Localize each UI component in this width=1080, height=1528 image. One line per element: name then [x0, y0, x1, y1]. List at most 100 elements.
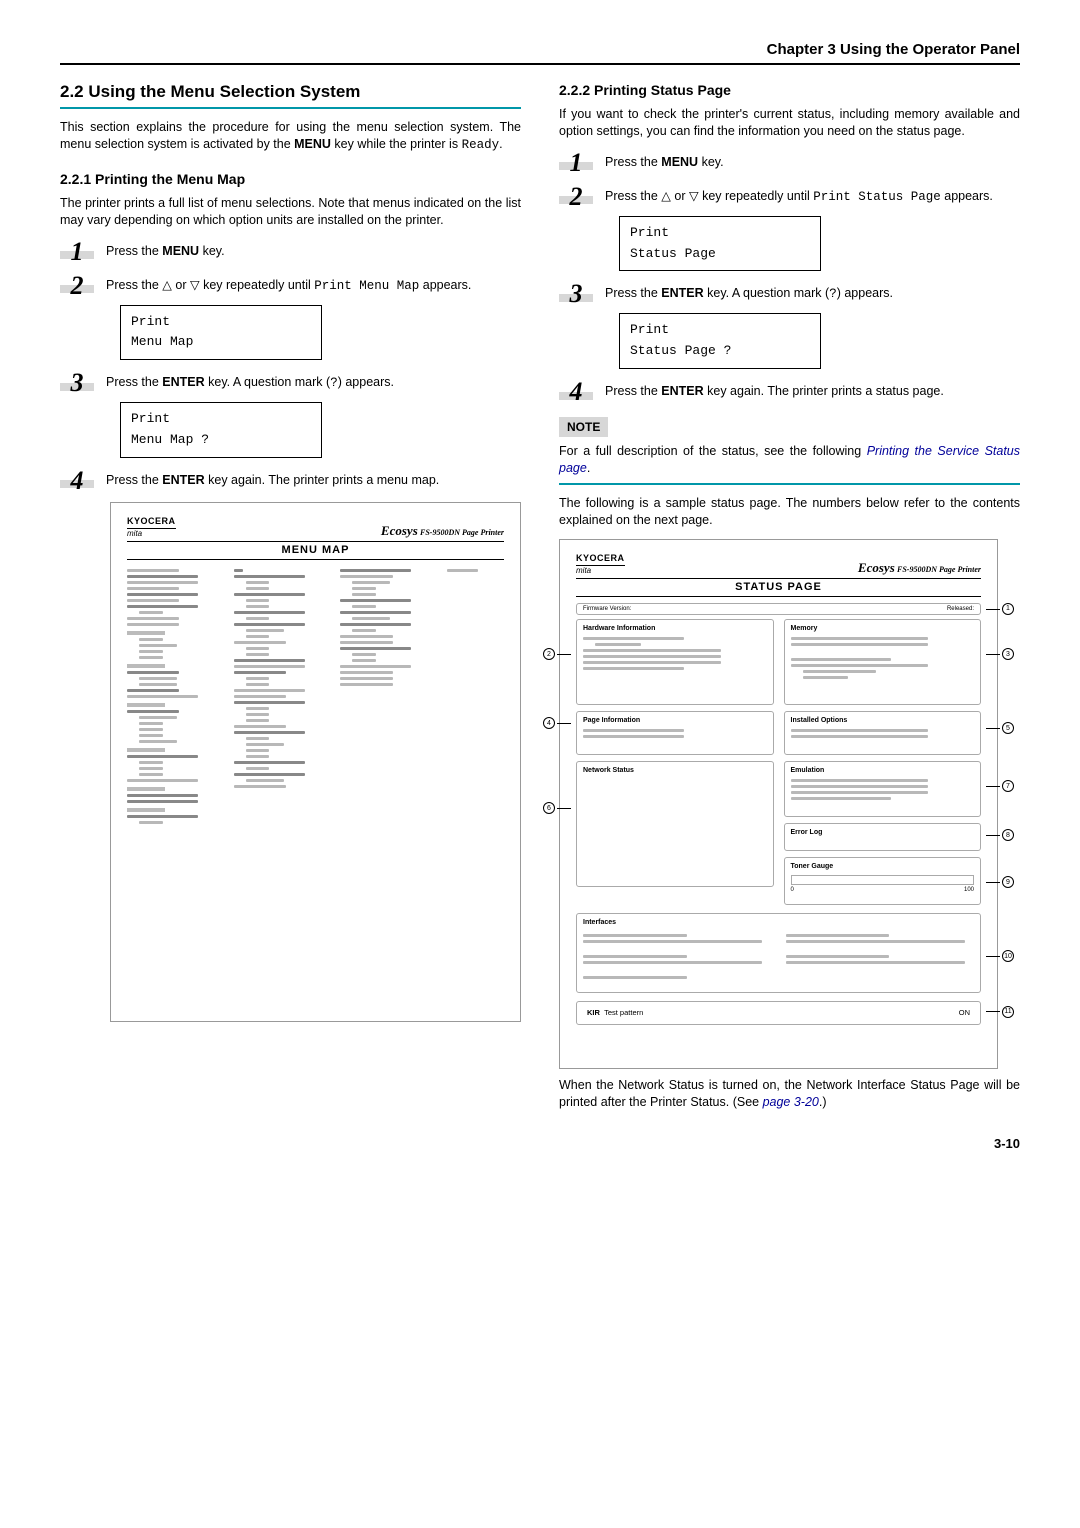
right-step-3-text: Press the ENTER key. A question mark (?)…	[605, 281, 1020, 303]
right-step-2-text: Press the △ or ▽ key repeatedly until Pr…	[605, 184, 1020, 206]
callout-circle-7: 7	[1002, 780, 1014, 792]
t: appears.	[419, 278, 471, 292]
callout-4: 4	[543, 717, 571, 729]
t: Press the	[106, 244, 162, 258]
lcd-line-1: Print	[131, 312, 311, 333]
options-box: Installed Options 5	[784, 711, 982, 755]
callout-circle-3: 3	[1002, 648, 1014, 660]
emulation-box: Emulation 7	[784, 761, 982, 817]
triangle-up-icon: △	[661, 188, 671, 205]
callout-1: 1	[986, 603, 1014, 615]
left-step-2-text: Press the △ or ▽ key repeatedly until Pr…	[106, 273, 521, 295]
t: ) appears.	[837, 286, 893, 300]
t: ) appears.	[338, 375, 394, 389]
gauge-0: 0	[791, 886, 794, 894]
network-status-note: When the Network Status is turned on, th…	[559, 1077, 1020, 1111]
error-log-box: Error Log 8	[784, 823, 982, 851]
memory-box: Memory 3	[784, 619, 982, 705]
toner-title: Toner Gauge	[791, 862, 975, 871]
right-column: 2.2.2 Printing Status Page If you want t…	[559, 81, 1020, 1120]
lcd-line-1: Print	[630, 320, 810, 341]
status-page-desc: If you want to check the printer's curre…	[559, 106, 1020, 140]
triangle-down-icon: ▽	[190, 277, 200, 294]
note-text: For a full description of the status, se…	[559, 443, 1020, 477]
page-number: 3-10	[60, 1135, 1020, 1153]
menu-key-bold: MENU	[294, 137, 331, 151]
brand-block: KYOCERA mita	[127, 515, 176, 540]
t: key repeatedly until	[200, 278, 315, 292]
memory-title: Memory	[791, 624, 975, 633]
status-page-sample: KYOCERA mita Ecosys FS-9500DN Page Print…	[559, 539, 998, 1069]
callout-circle-6: 6	[543, 802, 555, 814]
intro-text-d: .	[499, 137, 502, 151]
callout-circle-9: 9	[1002, 876, 1014, 888]
subsection-2-2-2-heading: 2.2.2 Printing Status Page	[559, 81, 1020, 100]
brand-logo: KYOCERA	[576, 553, 625, 563]
section-2-2-heading: 2.2 Using the Menu Selection System	[60, 81, 521, 109]
callout-7: 7	[986, 780, 1014, 792]
left-step-3: 3 Press the ENTER key. A question mark (…	[60, 370, 521, 396]
triangle-down-icon: ▽	[689, 188, 699, 205]
interfaces-cols	[583, 931, 974, 982]
lcd-line-1: Print	[131, 409, 311, 430]
content-columns: 2.2 Using the Menu Selection System This…	[60, 81, 1020, 1120]
callout-6: 6	[543, 802, 571, 814]
subsection-2-2-1-heading: 2.2.1 Printing the Menu Map	[60, 170, 521, 189]
chapter-header: Chapter 3 Using the Operator Panel	[60, 40, 1020, 65]
left-step-2: 2 Press the △ or ▽ key repeatedly until …	[60, 273, 521, 299]
lcd-line-2: Status Page ?	[630, 341, 810, 362]
t: or	[172, 278, 190, 292]
left-step-4-text: Press the ENTER key again. The printer p…	[106, 468, 521, 489]
t: key. A question mark (	[704, 286, 830, 300]
t: ?	[829, 287, 837, 301]
t: Print Menu Map	[314, 279, 419, 293]
sample-header: KYOCERA mita Ecosys FS-9500DN Page Print…	[576, 552, 981, 577]
triangle-up-icon: △	[162, 277, 172, 294]
t: Press the	[605, 384, 661, 398]
status-left-col: Hardware Information 2 Page Information …	[576, 619, 774, 905]
interfaces-box: Interfaces	[576, 913, 981, 992]
t: Print Status Page	[813, 190, 941, 204]
callout-9: 9	[986, 876, 1014, 888]
t: key again. The printer prints a menu map…	[205, 473, 440, 487]
sample-title: STATUS PAGE	[576, 578, 981, 597]
sample-title: MENU MAP	[127, 541, 504, 560]
t: Press the	[605, 189, 661, 203]
callout-circle-10: 10	[1002, 950, 1014, 962]
released-label: Released:	[947, 605, 974, 613]
page-info-box: Page Information 4	[576, 711, 774, 755]
callout-circle-2: 2	[543, 648, 555, 660]
callout-11: 11	[986, 1006, 1014, 1018]
gauge-100: 100	[964, 886, 974, 894]
ecosys-logo: Ecosys	[381, 523, 418, 538]
lcd-line-2: Menu Map ?	[131, 430, 311, 451]
lcd-line-2: Status Page	[630, 244, 810, 265]
step-number-4: 4	[559, 379, 593, 405]
left-step-1: 1 Press the MENU key.	[60, 239, 521, 265]
step-number-3: 3	[559, 281, 593, 307]
menu-col-2	[234, 566, 329, 827]
page-3-20-link[interactable]: page 3-20	[763, 1095, 819, 1109]
right-step-1: 1 Press the MENU key.	[559, 150, 1020, 176]
model-block: Ecosys FS-9500DN Page Printer	[381, 522, 504, 540]
menu-col-1	[127, 566, 222, 827]
lcd-display-3: Print Status Page	[619, 216, 821, 272]
printer-model: FS-9500DN Page Printer	[420, 528, 504, 537]
t: ?	[330, 376, 338, 390]
emulation-title: Emulation	[791, 766, 975, 775]
printer-model: FS-9500DN Page Printer	[897, 565, 981, 574]
ready-mono: Ready	[462, 138, 500, 152]
hw-info-box: Hardware Information 2	[576, 619, 774, 705]
callout-3: 3	[986, 648, 1014, 660]
toner-gauge-box: Toner Gauge 0100 9	[784, 857, 982, 905]
status-right-col: Memory 3 Installed Options 5 Emulation	[784, 619, 982, 905]
left-column: 2.2 Using the Menu Selection System This…	[60, 81, 521, 1120]
brand-logo: KYOCERA	[127, 516, 176, 526]
menu-map-columns	[127, 566, 504, 827]
section-intro: This section explains the procedure for …	[60, 119, 521, 154]
sample-preface: The following is a sample status page. T…	[559, 495, 1020, 529]
callout-circle-8: 8	[1002, 829, 1014, 841]
callout-circle-4: 4	[543, 717, 555, 729]
t: ENTER	[162, 473, 204, 487]
brand-sub: mita	[127, 528, 176, 540]
